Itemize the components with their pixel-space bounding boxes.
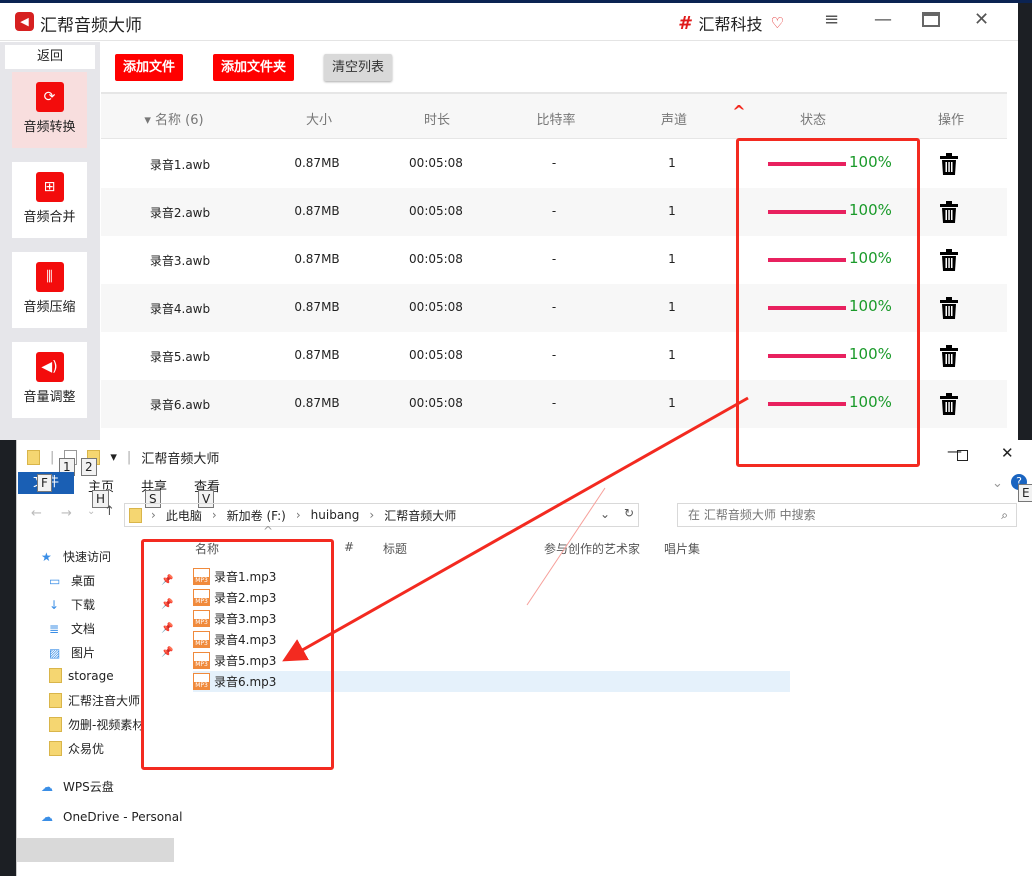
arrow-annotation <box>282 396 749 662</box>
